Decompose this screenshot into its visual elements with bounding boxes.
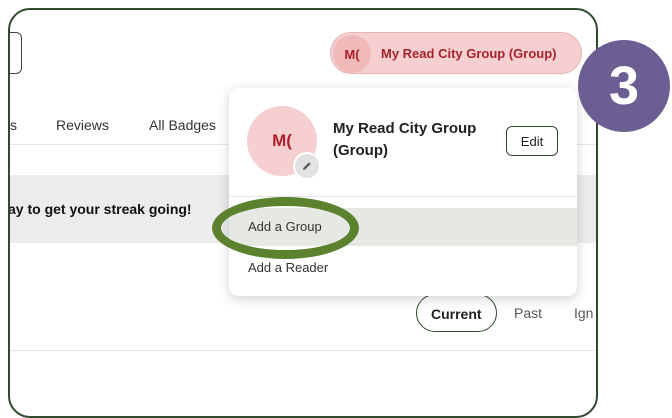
group-avatar: M( xyxy=(333,35,371,73)
filter-past[interactable]: Past xyxy=(514,294,542,332)
search-input[interactable] xyxy=(10,32,22,74)
pencil-icon[interactable] xyxy=(293,152,321,180)
highlight-ring xyxy=(212,197,359,259)
step-badge: 3 xyxy=(578,40,670,132)
tab-truncated[interactable]: s xyxy=(10,117,17,133)
streak-message: ay to get your streak going! xyxy=(8,201,192,217)
tab-all-badges[interactable]: All Badges xyxy=(149,117,216,133)
edit-button[interactable]: Edit xyxy=(506,126,558,156)
group-switcher-label: My Read City Group (Group) xyxy=(381,46,557,61)
divider xyxy=(10,350,596,351)
tab-reviews[interactable]: Reviews xyxy=(56,117,109,133)
group-dropdown-menu: M( My Read City Group (Group) Edit Add a… xyxy=(229,88,577,296)
group-switcher-button[interactable]: M( My Read City Group (Group) xyxy=(330,32,582,74)
filter-current[interactable]: Current xyxy=(416,294,497,332)
filter-ignored[interactable]: Ign xyxy=(574,294,593,332)
group-name: My Read City Group (Group) xyxy=(333,120,477,159)
